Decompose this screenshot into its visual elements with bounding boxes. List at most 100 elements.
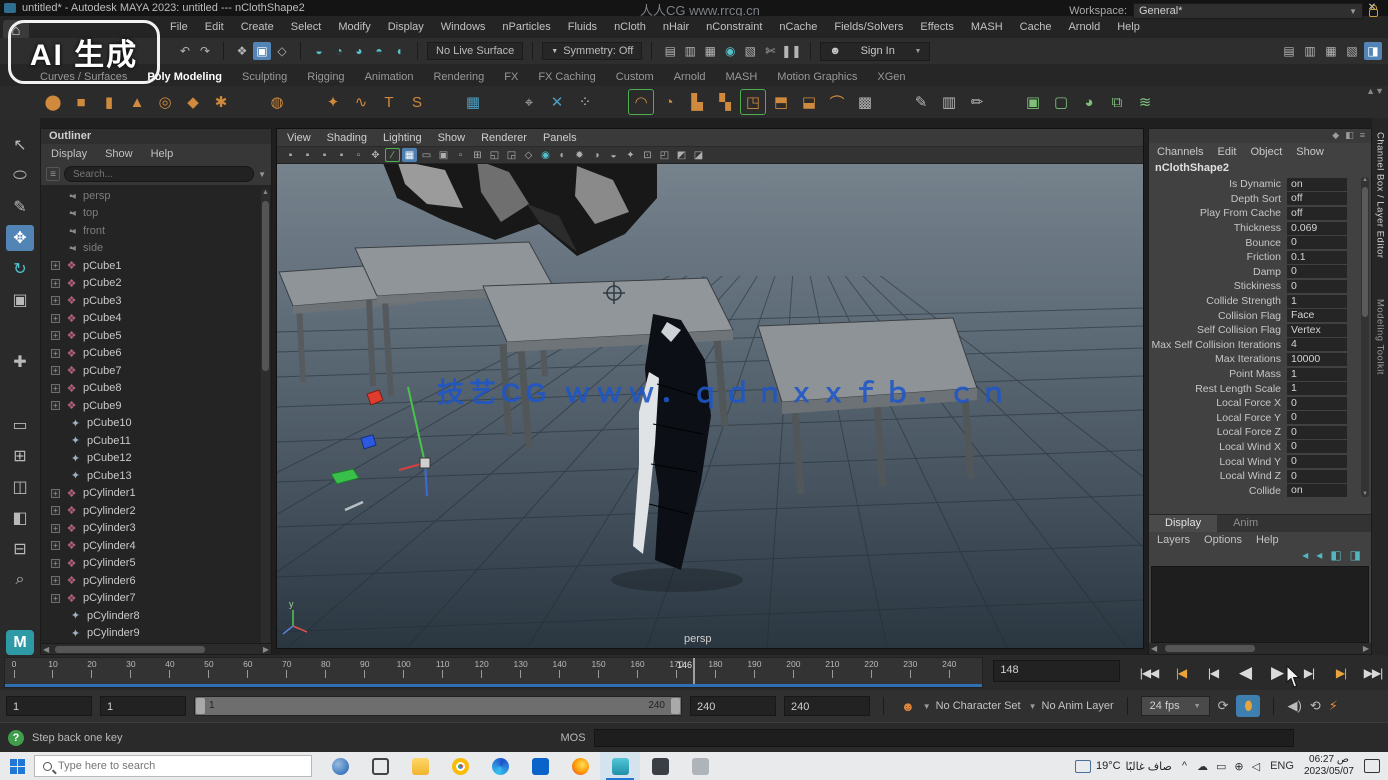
menu-item[interactable]: Arnold xyxy=(1068,21,1100,33)
launch-app-icon[interactable]: ✄ xyxy=(761,42,779,60)
channel-attribute-value[interactable]: Vertex xyxy=(1287,324,1347,337)
hypergraph-layout-icon[interactable]: ⊟ xyxy=(6,537,34,562)
outliner-vertical-scrollbar[interactable]: ▲ ▼ xyxy=(261,189,270,643)
camera-attributes-icon[interactable]: ▪ xyxy=(317,148,332,162)
outliner-item[interactable]: + front xyxy=(41,222,271,240)
expand-icon[interactable]: + xyxy=(51,489,60,498)
object-details-icon[interactable]: ▤ xyxy=(1280,42,1298,60)
weather-widget[interactable]: 19°C صاف غالبًا xyxy=(1075,760,1172,773)
outliner-item[interactable]: + pCube2 xyxy=(41,275,271,293)
smooth-shade-icon[interactable]: ◉ xyxy=(538,148,553,162)
poly-cube-icon[interactable]: ■ xyxy=(68,89,94,115)
viewport-menu-item[interactable]: Renderer xyxy=(481,132,527,144)
outliner-item[interactable]: + pCube10 xyxy=(41,415,271,433)
channel-box-menu-item[interactable]: Object xyxy=(1250,146,1282,158)
distance-tool-icon[interactable]: ⁘ xyxy=(572,89,598,115)
bridge-icon[interactable]: ⌒ xyxy=(824,89,850,115)
create-empty-layer-icon[interactable]: ◧ xyxy=(1330,548,1341,566)
current-tool-icon[interactable]: ✚ xyxy=(6,350,34,375)
onedrive-icon[interactable]: ☁ xyxy=(1197,760,1208,773)
command-line-input[interactable] xyxy=(594,729,1294,747)
modeling-toolkit-toggle-icon[interactable]: ◨ xyxy=(1364,42,1382,60)
create-layer-from-selected-icon[interactable]: ◨ xyxy=(1350,548,1361,566)
expand-icon[interactable]: + xyxy=(51,279,60,288)
volume-icon[interactable]: ◁ xyxy=(1252,760,1260,773)
image-plane-icon[interactable]: ▫ xyxy=(351,148,366,162)
lasso-tool-icon[interactable]: ⬭ xyxy=(6,163,34,188)
expand-icon[interactable]: + xyxy=(51,576,60,585)
current-time-marker[interactable]: 146 xyxy=(693,658,695,684)
mail-icon[interactable] xyxy=(520,752,560,780)
ipr-render-icon[interactable]: ▥ xyxy=(681,42,699,60)
poly-disc-icon[interactable]: ✱ xyxy=(208,89,234,115)
safe-action-icon[interactable]: ◱ xyxy=(487,148,502,162)
auto-keyframe-button[interactable]: ⬮ xyxy=(1236,695,1260,717)
redo-icon[interactable]: ↷ xyxy=(196,42,214,60)
menu-item[interactable]: Modify xyxy=(338,21,370,33)
quad-draw-icon[interactable]: ✏ xyxy=(964,89,990,115)
select-by-hierarchy-icon[interactable]: ❖ xyxy=(233,42,251,60)
sidebar-tab[interactable]: Modeling Toolkit xyxy=(1375,299,1386,375)
channel-attribute-value[interactable]: 0 xyxy=(1287,280,1347,293)
outliner-search-input[interactable] xyxy=(64,166,254,182)
outliner-item[interactable]: + side xyxy=(41,240,271,258)
extrude-icon[interactable]: ⬒ xyxy=(768,89,794,115)
animation-end-field[interactable]: 240 xyxy=(784,696,870,716)
expand-icon[interactable]: + xyxy=(51,559,60,568)
poly-plane-icon[interactable]: ◆ xyxy=(180,89,206,115)
outliner-horizontal-scrollbar[interactable]: ◀ ▶ xyxy=(41,643,271,654)
lock-camera-icon[interactable]: ▪ xyxy=(300,148,315,162)
snap-to-point-icon[interactable]: ◕ xyxy=(350,42,368,60)
menu-item[interactable]: nConstraint xyxy=(706,21,762,33)
pause-icon[interactable]: ❚❚ xyxy=(781,42,801,60)
anim-layer-dropdown[interactable]: ▼ No Anim Layer xyxy=(1029,700,1114,712)
lattice-icon[interactable]: ▩ xyxy=(852,89,878,115)
layer-editor-menu-item[interactable]: Help xyxy=(1256,534,1279,546)
shelf-tab[interactable]: Rendering xyxy=(433,71,484,83)
channel-attribute-value[interactable]: Face xyxy=(1287,309,1347,322)
layer-editor-menu-item[interactable]: Options xyxy=(1204,534,1242,546)
channel-attribute-value[interactable]: on xyxy=(1287,178,1347,191)
extract-icon[interactable]: ◳ xyxy=(740,89,766,115)
layer-editor-tab[interactable]: Anim xyxy=(1217,515,1274,532)
shelf-tab[interactable]: Sculpting xyxy=(242,71,287,83)
range-start-handle[interactable] xyxy=(196,698,205,714)
menu-item[interactable]: nCloth xyxy=(614,21,646,33)
safe-title-icon[interactable]: ◲ xyxy=(504,148,519,162)
select-tool-icon[interactable]: ↖ xyxy=(6,132,34,157)
shelf-separator[interactable] xyxy=(488,89,514,115)
expand-icon[interactable]: + xyxy=(51,296,60,305)
modeling-toolkit-icon[interactable]: ▦ xyxy=(460,89,486,115)
channel-box-toggle-icon[interactable]: ▦ xyxy=(1322,42,1340,60)
ao-icon[interactable]: ◒ xyxy=(606,148,621,162)
expand-icon[interactable]: + xyxy=(51,314,60,323)
outliner-persp-layout-icon[interactable]: ◧ xyxy=(6,506,34,531)
expand-icon[interactable]: + xyxy=(51,594,60,603)
outliner-item[interactable]: + pCylinder6 xyxy=(41,572,271,590)
menu-item[interactable]: File xyxy=(170,21,188,33)
select-by-object-icon[interactable]: ▣ xyxy=(253,42,271,60)
channel-box-menu-item[interactable]: Show xyxy=(1296,146,1324,158)
lock-icon[interactable] xyxy=(1369,9,1378,17)
channel-attribute-value[interactable]: 0 xyxy=(1287,265,1347,278)
outliner-item[interactable]: + pCube9 xyxy=(41,397,271,415)
outliner-item[interactable]: + pCube11 xyxy=(41,432,271,450)
select-camera-icon[interactable]: ▪ xyxy=(283,148,298,162)
two-d-pan-zoom-icon[interactable]: ✥ xyxy=(368,148,383,162)
textured-icon[interactable]: ◐ xyxy=(555,148,570,162)
poly-cylinder-icon[interactable]: ▮ xyxy=(96,89,122,115)
expand-icon[interactable]: + xyxy=(51,524,60,533)
layer-editor-tab[interactable]: Display xyxy=(1149,515,1217,532)
outliner-item[interactable]: + top xyxy=(41,205,271,223)
menu-item[interactable]: Windows xyxy=(441,21,486,33)
viewport-menu-item[interactable]: Show xyxy=(438,132,466,144)
scale-tool-icon[interactable]: ▣ xyxy=(6,288,34,313)
wireframe-icon[interactable]: ◇ xyxy=(521,148,536,162)
poly-type-icon[interactable]: T xyxy=(376,89,402,115)
menu-item[interactable]: nParticles xyxy=(502,21,550,33)
chevron-down-icon[interactable]: ▼ xyxy=(258,170,266,179)
outliner-item[interactable]: + pCube6 xyxy=(41,345,271,363)
toolbox-separator[interactable] xyxy=(6,319,34,344)
workspace-select[interactable]: General* ▼ xyxy=(1133,3,1363,19)
menu-item[interactable]: Create xyxy=(241,21,274,33)
